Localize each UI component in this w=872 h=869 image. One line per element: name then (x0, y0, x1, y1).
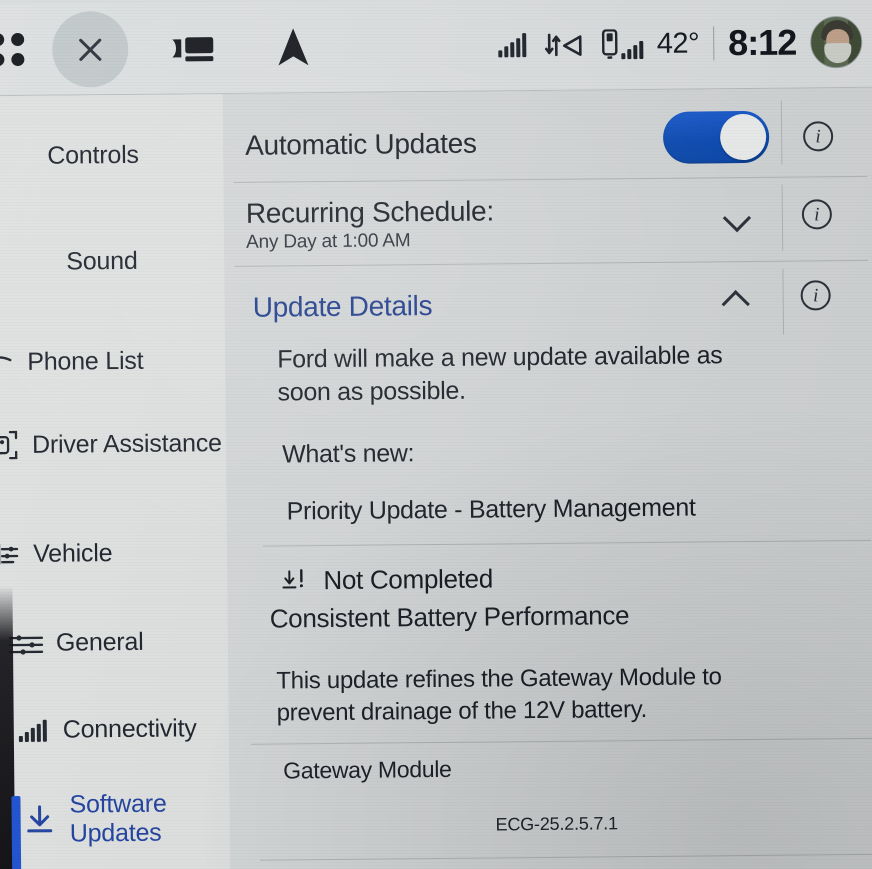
sidebar-item-software-updates[interactable]: Software Updates (0, 789, 230, 849)
automatic-updates-label: Automatic Updates (245, 127, 477, 161)
divider-after-version (260, 853, 872, 861)
infotainment-display: 42° 8:12 Controls Sound Phone List Drive… (0, 0, 872, 869)
sidebar-item-label: Software Updates (69, 789, 167, 848)
download-warning-glyph (282, 568, 303, 588)
recurring-schedule-value: Any Day at 1:00 AM (246, 230, 411, 253)
display-bezel-left (0, 96, 16, 869)
apps-grid-button[interactable] (0, 21, 39, 79)
recurring-schedule-label: Recurring Schedule: (245, 195, 494, 229)
outside-temperature: 42° (656, 26, 700, 60)
divider-after-recurring-schedule (234, 259, 869, 267)
android-auto-navigation-button[interactable] (264, 18, 323, 77)
status-bar-right-group: 42° 8:12 (498, 15, 863, 71)
sidebar-item-connectivity[interactable]: Connectivity (0, 714, 229, 745)
main-content-panel: Automatic Updates i Recurring Schedule: … (222, 87, 872, 869)
row-vertical-divider-2 (781, 184, 784, 251)
row-vertical-divider (780, 100, 783, 165)
media-screen-button[interactable] (164, 19, 223, 78)
update-details-info-icon[interactable]: i (800, 280, 831, 311)
download-icon (20, 803, 60, 837)
row-vertical-divider-3 (782, 268, 785, 335)
chevron-down-icon[interactable] (724, 203, 750, 229)
whats-new-label: What's new: (282, 439, 415, 469)
screen-photograph: 42° 8:12 Controls Sound Phone List Drive… (0, 0, 872, 869)
divider-after-automatic-updates (233, 175, 868, 183)
avatar-bg-right (847, 16, 862, 69)
sidebar-item-label: Vehicle (32, 538, 113, 568)
whats-new-item: Priority Update - Battery Management (286, 493, 696, 526)
status-bar-left-group (0, 9, 323, 88)
data-transfer-icon (544, 33, 582, 57)
sidebar-item-label: General (55, 627, 144, 657)
sidebar-item-driver-assistance[interactable]: Driver Assistance (0, 426, 226, 462)
phone-signal-bars-icon (621, 41, 643, 60)
update-details-intro: Ford will make a new update available as… (277, 341, 723, 407)
connectivity-bars-glyph (19, 719, 47, 742)
phone-signal-icon (600, 29, 643, 60)
clock: 8:12 (727, 21, 797, 64)
media-screen-icon (172, 37, 214, 62)
automatic-updates-info-icon[interactable]: i (802, 121, 834, 152)
divider-before-module (250, 737, 872, 745)
chevron-up-icon[interactable] (723, 285, 749, 311)
apps-grid-icon (0, 32, 25, 67)
sidebar-item-label: Controls (47, 140, 139, 170)
sidebar-item-label: Driver Assistance (31, 428, 222, 459)
automatic-updates-toggle[interactable] (662, 110, 770, 164)
avatar[interactable] (809, 15, 863, 69)
recurring-schedule-info-icon[interactable]: i (801, 199, 833, 230)
module-version: ECG-25.2.5.7.1 (495, 813, 618, 835)
update-description: This update refines the Gateway Module t… (276, 663, 722, 727)
sidebar-item-general[interactable]: General (0, 627, 228, 658)
status-bar-divider (713, 26, 715, 61)
android-auto-navigation-icon (278, 28, 309, 66)
sidebar: Controls Sound Phone List Driver Assista… (0, 94, 231, 869)
sidebar-item-label: Sound (66, 246, 138, 276)
divider-before-status (263, 539, 872, 547)
download-warning-icon (281, 567, 311, 595)
download-glyph (27, 805, 53, 833)
module-name: Gateway Module (283, 755, 452, 784)
avatar-beard (824, 43, 852, 64)
phone-glyph (601, 29, 618, 59)
sidebar-item-phone-list[interactable]: Phone List (0, 346, 225, 377)
sidebar-item-label: Connectivity (62, 714, 197, 744)
avatar-bg-left (810, 17, 825, 69)
status-bar: 42° 8:12 (0, 0, 872, 97)
update-status-text: Not Completed (323, 563, 494, 596)
toggle-knob (719, 113, 767, 161)
feature-title: Consistent Battery Performance (269, 600, 630, 634)
sidebar-item-label: Phone List (27, 346, 144, 376)
recurring-schedule-row[interactable]: Recurring Schedule: Any Day at 1:00 AM (246, 193, 767, 254)
sidebar-selection-indicator (11, 796, 22, 869)
sidebar-item-sound[interactable]: Sound (0, 246, 224, 277)
connectivity-icon (13, 719, 53, 742)
update-details-heading[interactable]: Update Details (253, 290, 433, 324)
sidebar-item-vehicle[interactable]: Vehicle (0, 537, 227, 569)
close-button[interactable] (51, 10, 129, 88)
cellular-signal-icon (498, 33, 526, 58)
body-area: Controls Sound Phone List Driver Assista… (0, 87, 872, 869)
update-status-row: Not Completed (281, 563, 493, 596)
sidebar-item-controls[interactable]: Controls (0, 140, 223, 171)
